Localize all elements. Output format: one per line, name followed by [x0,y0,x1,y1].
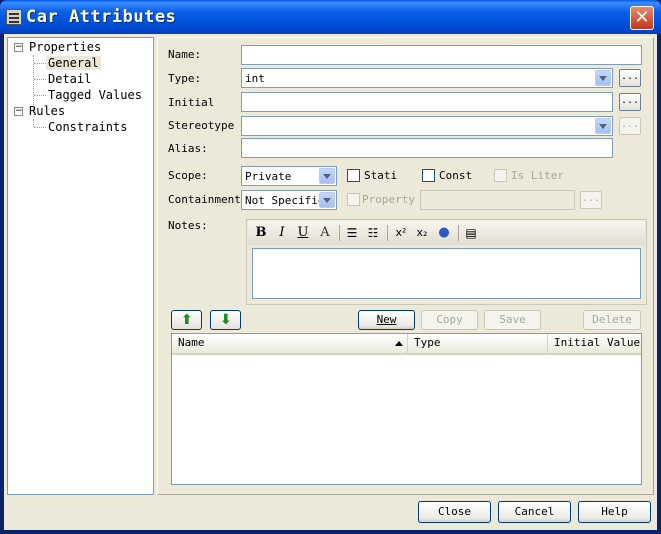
alias-field[interactable] [241,138,613,158]
chevron-down-icon[interactable] [319,192,335,208]
name-field[interactable] [241,45,642,65]
subscript-button[interactable]: x₂ [413,224,431,242]
tree-connector [34,63,46,64]
static-checkbox[interactable] [347,169,360,182]
toolbar-separator [458,225,459,241]
arrow-down-icon: ⬇ [220,312,232,328]
title-bar[interactable]: Car Attributes ✕ [0,0,661,34]
dialog-window: Car Attributes ✕ − Properties General De… [0,0,661,534]
column-initial-value-label: Initial Value [554,336,641,349]
tree-item-constraints[interactable]: Constraints [48,120,127,134]
initial-browse-button[interactable]: ... [619,93,641,111]
move-up-button[interactable]: ⬆ [171,310,202,330]
property-browse-button[interactable]: ... [580,191,602,209]
numbered-list-icon[interactable]: ☷ [364,224,382,242]
stereotype-browse-button[interactable]: ... [619,117,641,135]
tree-item-tagged-values[interactable]: Tagged Values [48,88,142,102]
scope-select-value: Private [245,170,292,183]
toolbar-separator [339,225,340,241]
column-type[interactable]: Type [408,334,548,353]
static-label: Static [364,169,398,182]
toolbar-separator [387,225,388,241]
stereotype-select[interactable] [241,116,613,136]
superscript-button[interactable]: x² [392,224,410,242]
is-literal-label: Is Literal [511,169,563,182]
window-icon [6,9,22,25]
property-field[interactable] [420,190,575,210]
scope-select[interactable]: Private [241,166,337,186]
containment-select[interactable]: Not Specified [241,190,337,210]
stereotype-label: Stereotype [168,119,235,132]
scope-label: Scope: [168,169,208,182]
tree-item-detail[interactable]: Detail [48,72,91,86]
alias-label: Alias: [168,142,208,155]
initial-field[interactable] [241,92,613,112]
column-type-label: Type [414,336,441,349]
const-label: Const [439,169,473,182]
notes-toolbar: B I U A ☰ ☷ x² x₂ ● ▤ [248,221,645,245]
help-button[interactable]: Help [578,501,651,523]
type-select[interactable]: int [241,68,613,88]
underline-button[interactable]: U [294,224,312,242]
italic-button[interactable]: I [273,224,291,242]
column-initial-value[interactable]: Initial Value [548,334,641,353]
collapse-properties-icon[interactable]: − [14,43,23,52]
font-color-button[interactable]: A [316,224,334,242]
document-icon[interactable]: ▤ [462,224,480,242]
navigation-tree: − Properties General Detail Tagged Value… [7,37,154,495]
dialog-client: − Properties General Detail Tagged Value… [4,34,657,530]
notes-textarea[interactable] [252,248,641,299]
const-checkbox[interactable] [422,169,435,182]
arrow-up-icon: ⬆ [181,312,193,328]
is-literal-checkbox[interactable] [494,169,507,182]
type-select-value: int [245,72,265,85]
tree-connector [34,79,46,80]
close-window-button[interactable]: ✕ [630,6,654,30]
type-label: Type: [168,72,202,85]
tree-connector [33,119,34,127]
name-label: Name: [168,48,202,61]
notes-editor: B I U A ☰ ☷ x² x₂ ● ▤ [246,219,647,305]
property-checkbox[interactable] [347,193,360,206]
move-down-button[interactable]: ⬇ [210,310,241,330]
tree-item-general[interactable]: General [46,56,101,70]
chevron-down-icon[interactable] [595,118,611,134]
initial-label: Initial [168,96,215,109]
column-name-label: Name [178,336,205,349]
containment-label: Containment [168,193,241,206]
window-title: Car Attributes [26,7,177,27]
list-header: Name Type Initial Value [172,334,641,355]
notes-label: Notes: [168,219,208,232]
general-panel: Name: Type: int ... Initial ... Stereoty… [157,37,654,495]
copy-button[interactable]: Copy [421,310,478,330]
property-label: Property [362,193,415,206]
delete-button[interactable]: Delete [583,310,641,330]
tree-item-properties[interactable]: Properties [29,40,101,54]
tree-connector [34,95,46,96]
cancel-button[interactable]: Cancel [498,501,571,523]
attributes-list[interactable]: Name Type Initial Value [171,333,642,485]
chevron-down-icon[interactable] [595,70,611,86]
bold-button[interactable]: B [252,224,270,242]
tree-connector [34,127,46,128]
hyperlink-icon[interactable]: ● [435,224,453,242]
save-button[interactable]: Save [484,310,541,330]
bullet-list-icon[interactable]: ☰ [343,224,361,242]
collapse-rules-icon[interactable]: − [14,107,23,116]
type-browse-button[interactable]: ... [619,69,641,87]
column-name[interactable]: Name [172,334,408,353]
new-button[interactable]: New [358,310,415,330]
tree-item-rules[interactable]: Rules [29,104,65,118]
chevron-down-icon[interactable] [319,168,335,184]
close-button[interactable]: Close [418,501,491,523]
sort-up-icon [395,341,403,346]
